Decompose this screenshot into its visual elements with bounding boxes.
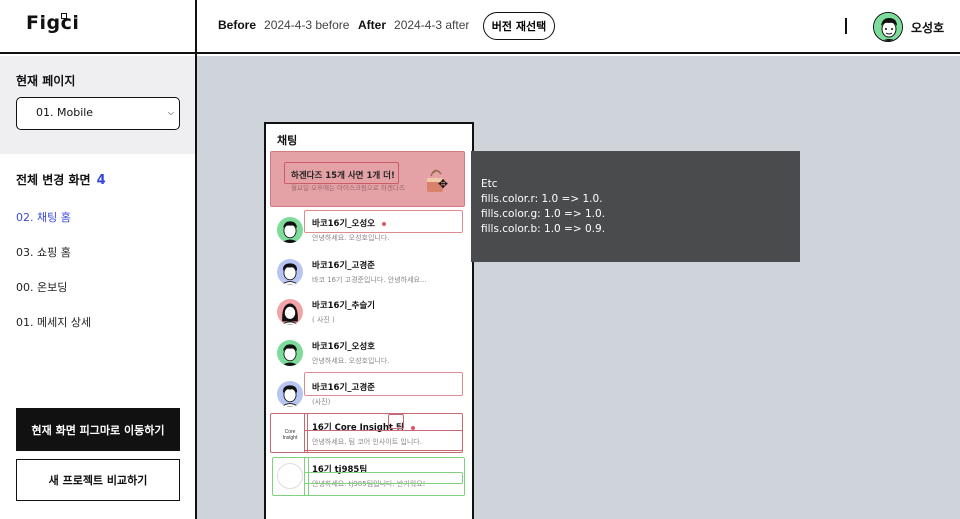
chat-name: 바코16기_오성호	[312, 342, 375, 352]
diff-highlight	[304, 210, 463, 233]
before-value: 2024-4-3 before	[264, 18, 350, 32]
promo-banner[interactable]: 하겐다즈 15개 사면 1개 더! 월요일·오후에는 아이스크림으로 하겐다즈	[270, 151, 465, 207]
person-icon	[281, 344, 299, 366]
user-name: 오성호	[911, 21, 945, 35]
after-label: After	[358, 18, 387, 32]
before-label: Before	[218, 18, 257, 32]
current-page-label: 현재 페이지	[16, 74, 76, 88]
person-icon	[280, 385, 300, 407]
page-select-value: 01. Mobile	[36, 106, 94, 119]
move-cursor-icon: ✥	[438, 177, 449, 191]
changed-screens-label: 전체 변경 화면	[16, 173, 91, 187]
diff-highlight	[388, 414, 404, 429]
chat-list-item[interactable]: 바코16기_오성호 안녕하세요. 오성호입니다.	[266, 333, 472, 373]
changed-screens-title: 전체 변경 화면 4	[16, 171, 106, 188]
open-in-figma-button[interactable]: 현재 화면 피그마로 이동하기	[16, 408, 180, 451]
tooltip-line: fills.color.g: 1.0 => 1.0.	[481, 208, 606, 220]
banner-title: 하겐다즈 15개 사면 1개 더!	[291, 171, 395, 181]
chat-list-item[interactable]: 바코16기_추슬기 ( 사진 )	[266, 292, 472, 332]
diff-detail-tooltip: Etc fills.color.r: 1.0 => 1.0. fills.col…	[471, 151, 800, 262]
app-logo[interactable]: Figci	[26, 12, 79, 34]
user-avatar[interactable]	[873, 12, 903, 42]
avatar	[277, 217, 303, 243]
chat-list-item[interactable]: 바코16기_고경준 바코 16기 고경준입니다. 안녕하세요...	[266, 252, 472, 292]
chat-message: 안녕하세요. 오성호입니다.	[312, 234, 390, 242]
chat-message: (사진)	[312, 398, 331, 406]
diff-highlight-added	[304, 472, 463, 484]
sidebar-item-onboarding[interactable]: 00. 온보딩	[16, 279, 67, 295]
tooltip-line: fills.color.b: 1.0 => 0.9.	[481, 223, 606, 235]
avatar	[277, 340, 303, 366]
avatar	[277, 381, 303, 407]
before-version: Before 2024-4-3 before	[218, 18, 349, 32]
header-divider	[845, 18, 847, 34]
after-version: After 2024-4-3 after	[358, 18, 469, 32]
sidebar-item-shopping-home[interactable]: 03. 쇼핑 홈	[16, 244, 71, 260]
user-face-icon	[874, 13, 902, 41]
chevron-down-icon: ⌵	[167, 108, 174, 117]
person-icon	[281, 221, 299, 243]
person-icon	[280, 263, 300, 285]
tooltip-title: Etc	[481, 178, 498, 190]
avatar	[277, 299, 303, 325]
chat-name: 바코16기_고경준	[312, 261, 375, 271]
phone-title: 채팅	[277, 134, 298, 147]
chat-message: 바코 16기 고경준입니다. 안녕하세요...	[312, 276, 427, 284]
person-icon	[280, 303, 300, 325]
changed-screens-count: 4	[96, 173, 106, 188]
sidebar-item-message-detail[interactable]: 01. 메세지 상세	[16, 314, 91, 330]
sidebar-item-chat-home[interactable]: 02. 채팅 홈	[16, 209, 71, 225]
chat-message: 안녕하세요. 오성호입니다.	[312, 357, 390, 365]
after-value: 2024-4-3 after	[394, 18, 470, 32]
chat-message: ( 사진 )	[312, 316, 335, 324]
logo-mark	[61, 13, 67, 19]
top-bar: Figci Before 2024-4-3 before After 2024-4-…	[0, 0, 960, 54]
compare-new-project-button[interactable]: 새 프로젝트 비교하기	[16, 459, 180, 501]
banner-subtitle: 월요일·오후에는 아이스크림으로 하겐다즈	[291, 184, 405, 192]
tooltip-line: fills.color.r: 1.0 => 1.0.	[481, 193, 603, 205]
chat-name: 바코16기_추슬기	[312, 301, 375, 311]
page-select[interactable]: 01. Mobile ⌵	[16, 97, 180, 130]
diff-highlight	[304, 430, 463, 451]
avatar	[277, 259, 303, 285]
diff-highlight	[304, 372, 463, 396]
reselect-version-button[interactable]: 버전 재선택	[483, 12, 555, 40]
